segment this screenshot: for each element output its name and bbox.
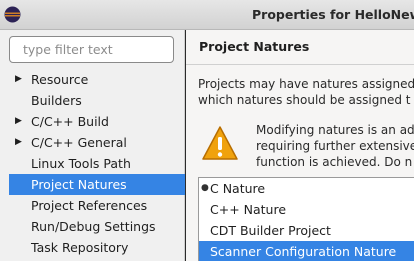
eclipse-icon — [4, 6, 21, 23]
nature-label: C++ Nature — [210, 202, 287, 217]
page-description: Projects may have natures assigned which… — [198, 76, 414, 108]
tree-item-cpp-build[interactable]: ▶ C/C++ Build — [9, 111, 185, 132]
nature-item-c[interactable]: ● C Nature — [199, 178, 414, 199]
nature-label: CDT Builder Project — [210, 223, 331, 238]
tree-item-project-natures[interactable]: Project Natures — [9, 174, 185, 195]
tree-item-cpp-general[interactable]: ▶ C/C++ General — [9, 132, 185, 153]
warning-line: requiring further extensive — [256, 139, 414, 153]
tree-item-label: C/C++ Build — [31, 114, 109, 129]
tree-item-builders[interactable]: Builders — [9, 90, 185, 111]
nature-label: C Nature — [210, 181, 266, 196]
filter-input[interactable] — [9, 36, 174, 63]
tree-item-label: Project References — [31, 198, 148, 213]
nature-item-cdt-builder[interactable]: CDT Builder Project — [199, 220, 414, 241]
tree-item-label: Run/Debug Settings — [31, 219, 156, 234]
tree-item-run-debug-settings[interactable]: Run/Debug Settings — [9, 216, 185, 237]
tree-item-label: Project Natures — [31, 177, 127, 192]
tree-item-project-references[interactable]: Project References — [9, 195, 185, 216]
nature-label: Scanner Configuration Nature — [210, 244, 397, 259]
natures-list[interactable]: ● C Nature C++ Nature CDT Builder Project… — [198, 177, 414, 261]
tree-item-linux-tools-path[interactable]: Linux Tools Path — [9, 153, 185, 174]
warning-icon — [202, 126, 238, 160]
property-tree: ▶ Resource Builders ▶ C/C++ Build ▶ C/C++ G… — [9, 69, 185, 258]
tree-item-label: Linux Tools Path — [31, 156, 131, 171]
page-title: Project Natures — [199, 39, 310, 54]
tree-item-label: Task Repository — [31, 240, 129, 255]
tree-item-label: Builders — [31, 93, 82, 108]
tree-item-resource[interactable]: ▶ Resource — [9, 69, 185, 90]
warning-message: Modifying natures is an ad requiring fur… — [256, 122, 414, 170]
nature-item-cpp[interactable]: C++ Nature — [199, 199, 414, 220]
triangle-right-icon[interactable]: ▶ — [15, 132, 22, 153]
title-divider — [186, 64, 414, 65]
tree-item-label: Resource — [31, 72, 89, 87]
properties-page: Project Natures Projects may have nature… — [186, 30, 414, 261]
description-line: which natures should be assigned t — [198, 93, 411, 107]
tree-item-label: C/C++ General — [31, 135, 127, 150]
tree-item-task-repository[interactable]: Task Repository — [9, 237, 185, 258]
triangle-right-icon[interactable]: ▶ — [15, 111, 22, 132]
warning-line: function is achieved. Do n — [256, 155, 413, 169]
nature-item-scanner-config[interactable]: Scanner Configuration Nature — [199, 241, 414, 261]
triangle-right-icon[interactable]: ▶ — [15, 69, 22, 90]
sidebar: ▶ Resource Builders ▶ C/C++ Build ▶ C/C++ G… — [0, 30, 185, 261]
warning-line: Modifying natures is an ad — [256, 123, 414, 137]
title-bar[interactable]: Properties for HelloNew — [0, 0, 414, 30]
window-title: Properties for HelloNew — [252, 7, 414, 22]
primary-nature-icon: ● — [201, 183, 209, 193]
description-line: Projects may have natures assigned — [198, 77, 414, 91]
